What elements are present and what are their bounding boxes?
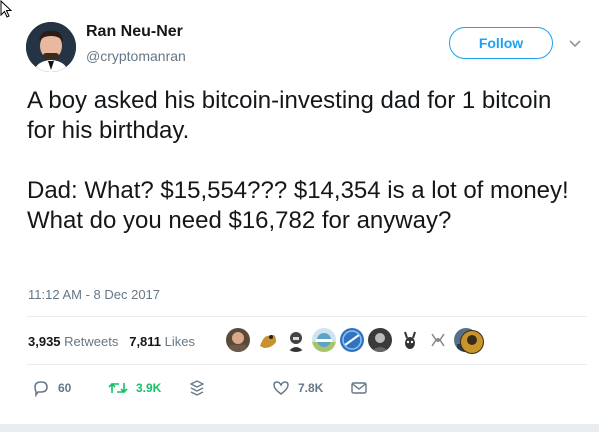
stack-action[interactable] [189,376,205,400]
engagement-stats: 3,935 Retweets 7,811 Likes [28,334,195,349]
tweet-actions: 60 3.9K 7.8K [0,376,599,400]
author-name[interactable]: Ran Neu-Ner [86,23,183,41]
divider [27,364,587,365]
message-action[interactable] [350,376,368,400]
liker-avatar[interactable] [226,328,250,352]
chevron-down-icon[interactable] [568,36,582,50]
retweets-count: 3,935 [28,334,61,349]
retweets-stat[interactable]: 3,935 Retweets [28,334,118,349]
tweet-timestamp[interactable]: 11:12 AM - 8 Dec 2017 [28,287,160,302]
message-icon [351,382,367,394]
avatar[interactable] [26,22,76,72]
author-handle[interactable]: @cryptomanran [86,48,186,64]
bottom-bar [0,424,599,432]
retweet-count: 3.9K [136,381,162,395]
stack-icon [189,380,205,396]
divider [27,316,587,317]
retweets-label: Retweets [64,334,119,349]
liker-avatar[interactable] [426,328,450,352]
likes-count: 7,811 [129,334,162,349]
follow-button[interactable]: Follow [449,27,553,59]
retweet-action[interactable]: 3.9K [108,376,161,400]
heart-icon [273,381,289,395]
reply-count: 60 [58,381,72,395]
liker-avatar[interactable] [312,328,336,352]
tweet-paragraph: Dad: What? $15,554??? $14,354 is a lot o… [27,177,569,234]
like-count: 7.8K [298,381,324,395]
liker-avatar[interactable] [256,328,280,352]
reply-action[interactable]: 60 [32,376,71,400]
liker-avatar[interactable] [398,328,422,352]
cursor-icon [0,0,12,18]
tweet-paragraph: A boy asked his bitcoin-investing dad fo… [27,87,552,144]
like-action[interactable]: 7.8K [272,376,323,400]
liker-avatar[interactable] [340,328,364,352]
likes-label: Likes [164,334,196,349]
tweet-text: A boy asked his bitcoin-investing dad fo… [27,86,582,236]
retweet-icon [108,382,128,394]
liker-avatar[interactable] [460,330,484,354]
liker-avatar[interactable] [368,328,392,352]
reply-icon [34,381,48,397]
liker-avatar[interactable] [284,328,308,352]
likes-stat[interactable]: 7,811 Likes [129,334,195,349]
